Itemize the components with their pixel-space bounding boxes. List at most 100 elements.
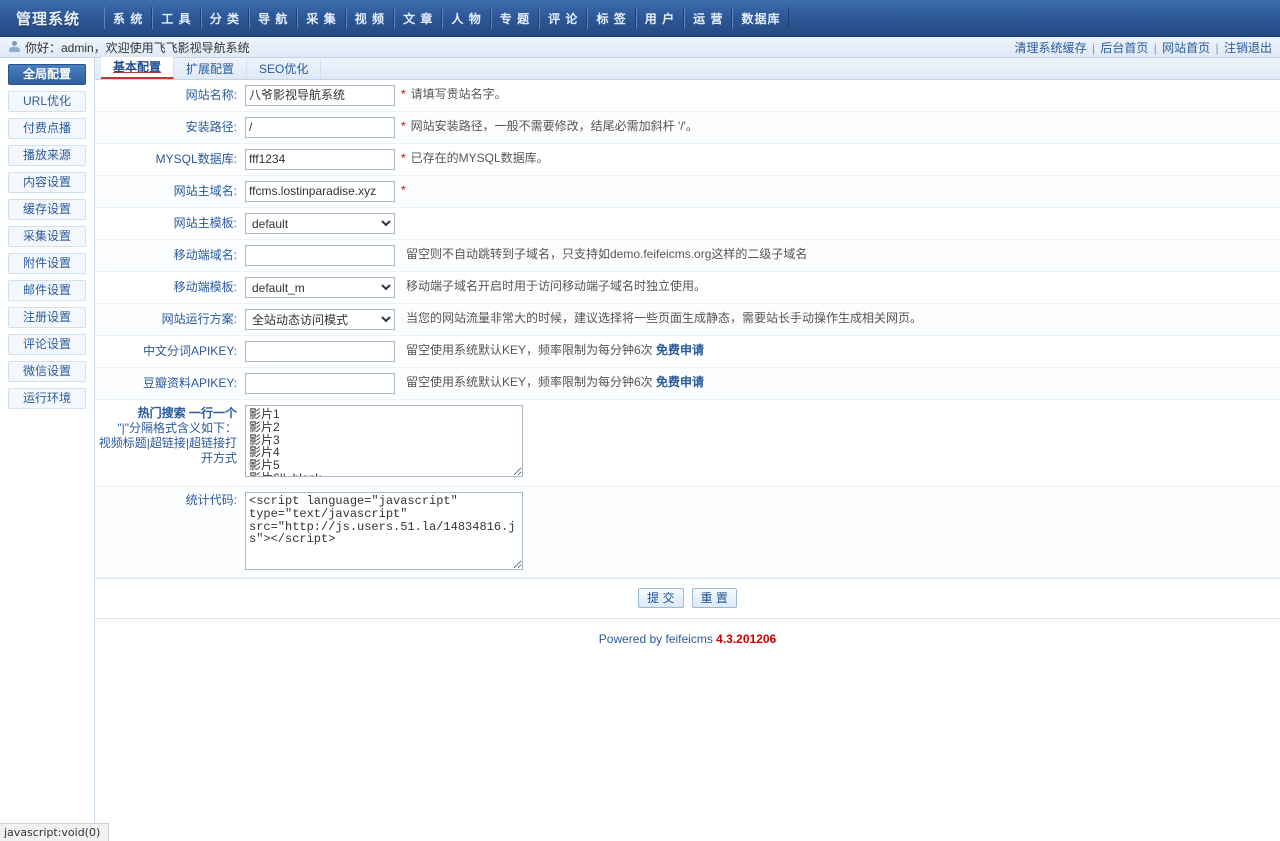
sidebar-item-environment[interactable]: 运行环境 [8, 388, 86, 409]
install-path-input[interactable] [245, 117, 395, 138]
control-site-name: * 请填写贵站名字。 [245, 80, 1280, 111]
douban-apikey-input[interactable] [245, 373, 395, 394]
sidebar-item-paid-vod[interactable]: 付费点播 [8, 118, 86, 139]
label-segment-apikey: 中文分词APIKEY: [142, 344, 237, 358]
segment-apikey-input[interactable] [245, 341, 395, 362]
nav-person[interactable]: 人 物 [442, 7, 491, 29]
link-segment-apikey-apply[interactable]: 免费申请 [656, 343, 704, 357]
nav-database[interactable]: 数据库 [732, 7, 790, 29]
tab-basic-config[interactable]: 基本配置 [101, 57, 175, 79]
hint-mobile-domain: 留空则不自动跳转到子域名，只支持如demo.feifeicms.org这样的二级… [406, 247, 808, 261]
mobile-domain-input[interactable] [245, 245, 395, 266]
nav-video[interactable]: 视 频 [345, 7, 395, 29]
tab-seo-optimize[interactable]: SEO优化 [247, 59, 322, 79]
main-template-select[interactable]: default [245, 213, 395, 234]
sidebar-item-content[interactable]: 内容设置 [8, 172, 86, 193]
submit-button[interactable]: 提 交 [638, 588, 684, 608]
hint-site-name: 请填写贵站名字。 [410, 87, 507, 101]
control-douban-apikey: 留空使用系统默认KEY，频率限制为每分钟6次 免费申请 [245, 368, 1280, 399]
hint-mobile-template: 移动端子域名开启时用于访问移动端子域名时独立使用。 [406, 279, 707, 293]
nav-navigation[interactable]: 导 航 [249, 7, 298, 29]
label-hot-search-line2: "|"分隔格式含义如下： [117, 421, 237, 435]
footer: Powered by feifeicms 4.3.201206 [95, 619, 1280, 646]
run-mode-select[interactable]: 全站动态访问模式 [245, 309, 395, 330]
control-main-domain: * [245, 176, 1280, 207]
label-install-path: 安装路径: [185, 120, 237, 134]
control-hot-search: 影片1 影片2 影片3 影片4 影片5 影片6||_blank [245, 400, 1280, 482]
tab-extended-config[interactable]: 扩展配置 [174, 59, 248, 79]
form-row-douban-apikey: 豆瓣资料APIKEY: 留空使用系统默认KEY，频率限制为每分钟6次 免费申请 [95, 368, 1280, 400]
control-segment-apikey: 留空使用系统默认KEY，频率限制为每分钟6次 免费申请 [245, 336, 1280, 367]
hint-douban-apikey: 留空使用系统默认KEY，频率限制为每分钟6次 免费申请 [406, 373, 704, 392]
stat-code-textarea[interactable]: <script language="javascript" type="text… [245, 492, 523, 570]
control-mobile-template: default_m 移动端子域名开启时用于访问移动端子域名时独立使用。 [245, 272, 1280, 303]
required-marker: * [401, 151, 406, 165]
footer-version: 4.3.201206 [716, 632, 777, 646]
nav-tools[interactable]: 工 具 [152, 7, 201, 29]
form-actions: 提 交 重 置 [95, 579, 1280, 619]
body-wrapper: 全局配置 URL优化 付费点播 播放来源 内容设置 缓存设置 采集设置 附件设置… [0, 57, 1280, 828]
form-row-stat-code: 统计代码: <script language="javascript" type… [95, 487, 1280, 578]
form-row-site-name: 网站名称: * 请填写贵站名字。 [95, 80, 1280, 112]
nav-comment[interactable]: 评 论 [539, 7, 588, 29]
main-domain-input[interactable] [245, 181, 395, 202]
sidebar-item-collect[interactable]: 采集设置 [8, 226, 86, 247]
sidebar-item-cache[interactable]: 缓存设置 [8, 199, 86, 220]
main-navigation: 系 统 工 具 分 类 导 航 采 集 视 频 文 章 人 物 专 题 评 论 … [104, 7, 790, 29]
sidebar-item-play-source[interactable]: 播放来源 [8, 145, 86, 166]
sidebar-item-comment[interactable]: 评论设置 [8, 334, 86, 355]
site-name-input[interactable] [245, 85, 395, 106]
form-row-mysql-database: MYSQL数据库: * 已存在的MYSQL数据库。 [95, 144, 1280, 176]
form-row-main-domain: 网站主域名: * [95, 176, 1280, 208]
link-douban-apikey-apply[interactable]: 免费申请 [656, 375, 704, 389]
nav-category[interactable]: 分 类 [200, 7, 250, 29]
link-logout[interactable]: 注销退出 [1224, 41, 1272, 55]
link-separator: | [1153, 40, 1157, 55]
sidebar-item-register[interactable]: 注册设置 [8, 307, 86, 328]
welcome-message: 你好：admin，欢迎使用飞飞影视导航系统 [25, 40, 250, 55]
form-row-mobile-template: 移动端模板: default_m 移动端子域名开启时用于访问移动端子域名时独立使… [95, 272, 1280, 304]
sidebar-item-mail[interactable]: 邮件设置 [8, 280, 86, 301]
nav-operation[interactable]: 运 营 [684, 7, 733, 29]
hot-search-textarea[interactable]: 影片1 影片2 影片3 影片4 影片5 影片6||_blank [245, 405, 523, 477]
label-run-mode: 网站运行方案: [161, 312, 237, 326]
user-icon [8, 41, 20, 53]
browser-status-bar: javascript:void(0) [0, 823, 110, 841]
control-mobile-domain: 留空则不自动跳转到子域名，只支持如demo.feifeicms.org这样的二级… [245, 240, 1280, 271]
nav-collect[interactable]: 采 集 [297, 7, 346, 29]
welcome-message-group: 你好：admin，欢迎使用飞飞影视导航系统 [8, 39, 250, 56]
app-brand-title: 管理系统 [15, 10, 80, 28]
control-run-mode: 全站动态访问模式 当您的网站流量非常大的时候，建议选择将一些页面生成静态，需要站… [245, 304, 1280, 335]
sidebar-item-attachment[interactable]: 附件设置 [8, 253, 86, 274]
label-site-name: 网站名称: [185, 88, 237, 102]
mysql-database-input[interactable] [245, 149, 395, 170]
link-separator: | [1091, 40, 1095, 55]
top-header-bar: 管理系统 系 统 工 具 分 类 导 航 采 集 视 频 文 章 人 物 专 题… [0, 0, 1280, 37]
form-row-main-template: 网站主模板: default [95, 208, 1280, 240]
required-marker: * [401, 87, 406, 101]
nav-user[interactable]: 用 户 [635, 7, 685, 29]
sidebar-item-global-config[interactable]: 全局配置 [8, 64, 86, 85]
sidebar-item-wechat[interactable]: 微信设置 [8, 361, 86, 382]
hint-segment-apikey: 留空使用系统默认KEY，频率限制为每分钟6次 免费申请 [406, 341, 704, 360]
config-form: 网站名称: * 请填写贵站名字。 安装路径: * 网站安装路径，一般不需要修改，… [95, 80, 1280, 579]
link-separator: | [1215, 40, 1219, 55]
link-admin-home[interactable]: 后台首页 [1100, 41, 1148, 55]
sidebar-item-url-optimize[interactable]: URL优化 [8, 91, 86, 112]
nav-article[interactable]: 文 章 [394, 7, 443, 29]
link-site-home[interactable]: 网站首页 [1162, 41, 1210, 55]
page-root: 管理系统 系 统 工 具 分 类 导 航 采 集 视 频 文 章 人 物 专 题… [0, 0, 1280, 841]
nav-tag[interactable]: 标 签 [587, 7, 636, 29]
quick-links: 清理系统缓存 | 后台首页 | 网站首页 | 注销退出 [1015, 39, 1273, 56]
form-row-mobile-domain: 移动端域名: 留空则不自动跳转到子域名，只支持如demo.feifeicms.o… [95, 240, 1280, 272]
mobile-template-select[interactable]: default_m [245, 277, 395, 298]
nav-topic[interactable]: 专 题 [490, 7, 540, 29]
sidebar: 全局配置 URL优化 付费点播 播放来源 内容设置 缓存设置 采集设置 附件设置… [0, 58, 95, 828]
label-hot-search-line1: 热门搜索 一行一个 [137, 406, 237, 420]
form-row-install-path: 安装路径: * 网站安装路径，一般不需要修改，结尾必需加斜杆 '/'。 [95, 112, 1280, 144]
link-clear-cache[interactable]: 清理系统缓存 [1015, 41, 1087, 55]
control-stat-code: <script language="javascript" type="text… [245, 487, 1280, 575]
reset-button[interactable]: 重 置 [691, 588, 737, 608]
nav-system[interactable]: 系 统 [104, 7, 153, 29]
required-marker: * [401, 119, 406, 133]
